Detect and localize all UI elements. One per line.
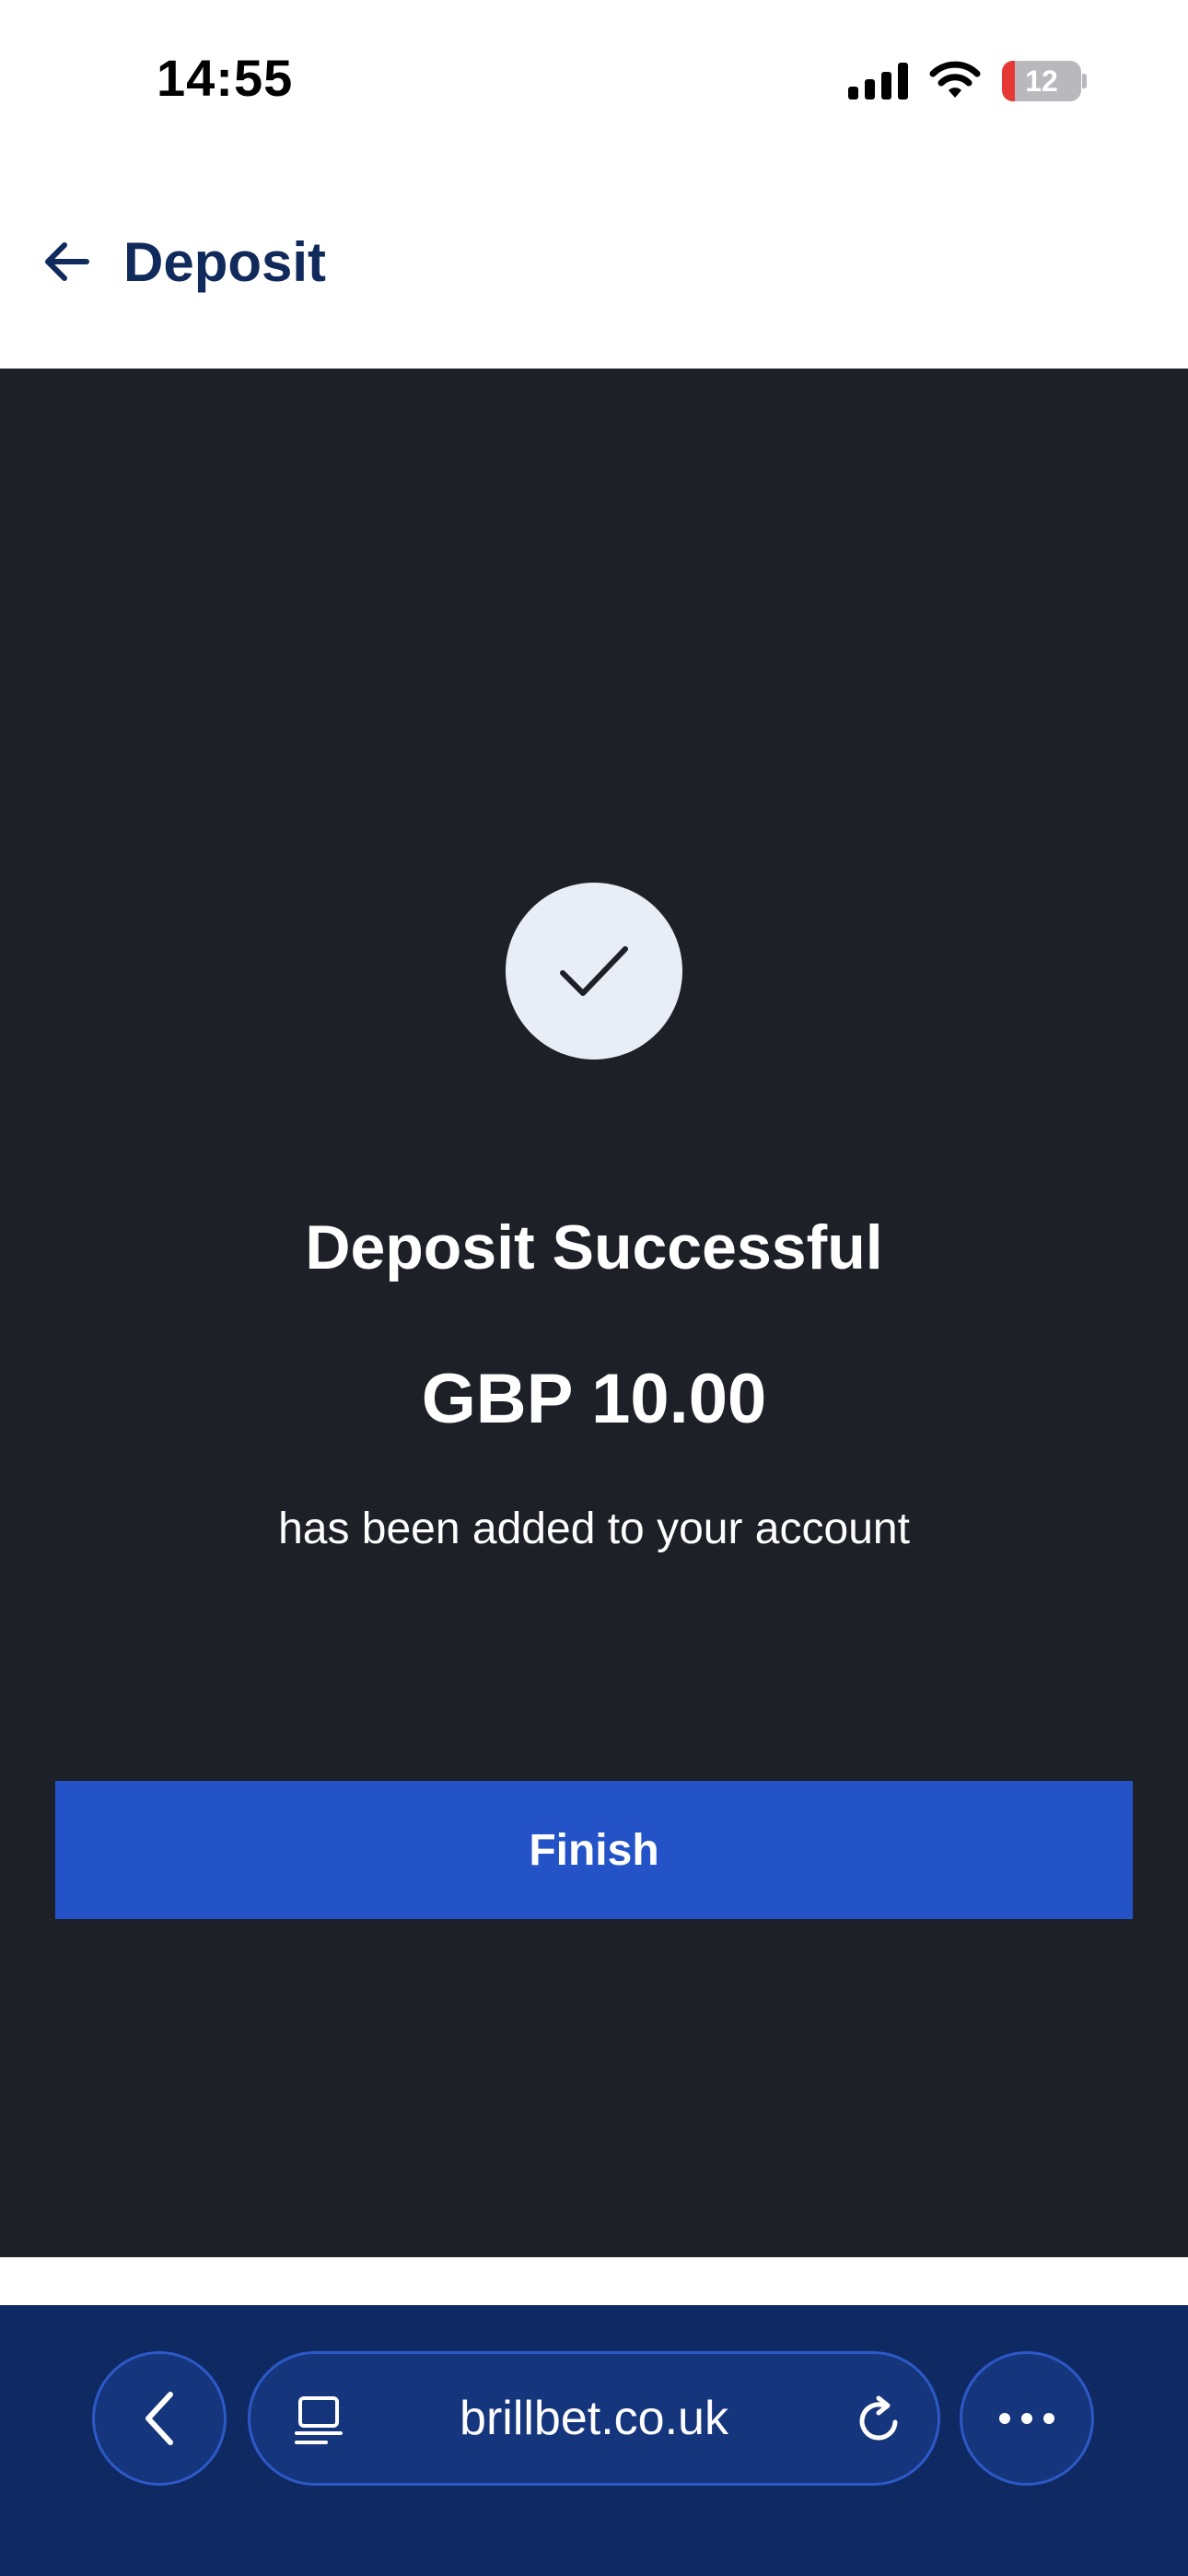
battery-level: 12 [1025, 64, 1058, 98]
more-button[interactable] [960, 2351, 1094, 2486]
browser-back-button[interactable] [92, 2351, 227, 2486]
arrow-left-icon[interactable] [41, 240, 92, 284]
success-badge [506, 883, 682, 1060]
status-bar: 14:55 12 [0, 0, 1188, 157]
reload-icon[interactable] [853, 2395, 904, 2446]
page-bottom-strip [0, 2257, 1188, 2305]
checkmark-icon [560, 946, 628, 996]
wifi-icon [929, 61, 981, 98]
browser-toolbar: brillbet.co.uk [0, 2305, 1188, 2576]
deposit-result-panel: Deposit Successful GBP 10.00 has been ad… [0, 369, 1188, 2257]
chevron-left-icon [146, 2392, 173, 2445]
battery-icon: 12 [1002, 61, 1087, 101]
success-message: has been added to your account [278, 1505, 910, 1553]
more-icon [999, 2413, 1054, 2424]
page-title: Deposit [123, 231, 327, 293]
signal-icon [848, 63, 908, 100]
deposit-amount: GBP 10.00 [421, 1360, 767, 1438]
finish-button[interactable]: Finish [55, 1781, 1133, 1919]
success-title: Deposit Successful [305, 1212, 883, 1282]
screen: 14:55 12 Deposit Deposit Successful GBP … [0, 0, 1188, 2576]
status-icons: 12 [848, 53, 1087, 109]
url-text: brillbet.co.uk [460, 2392, 728, 2445]
battery-nub [1082, 74, 1087, 88]
page-header: Deposit [0, 157, 1188, 369]
status-time: 14:55 [157, 49, 294, 107]
address-bar[interactable]: brillbet.co.uk [248, 2351, 940, 2486]
